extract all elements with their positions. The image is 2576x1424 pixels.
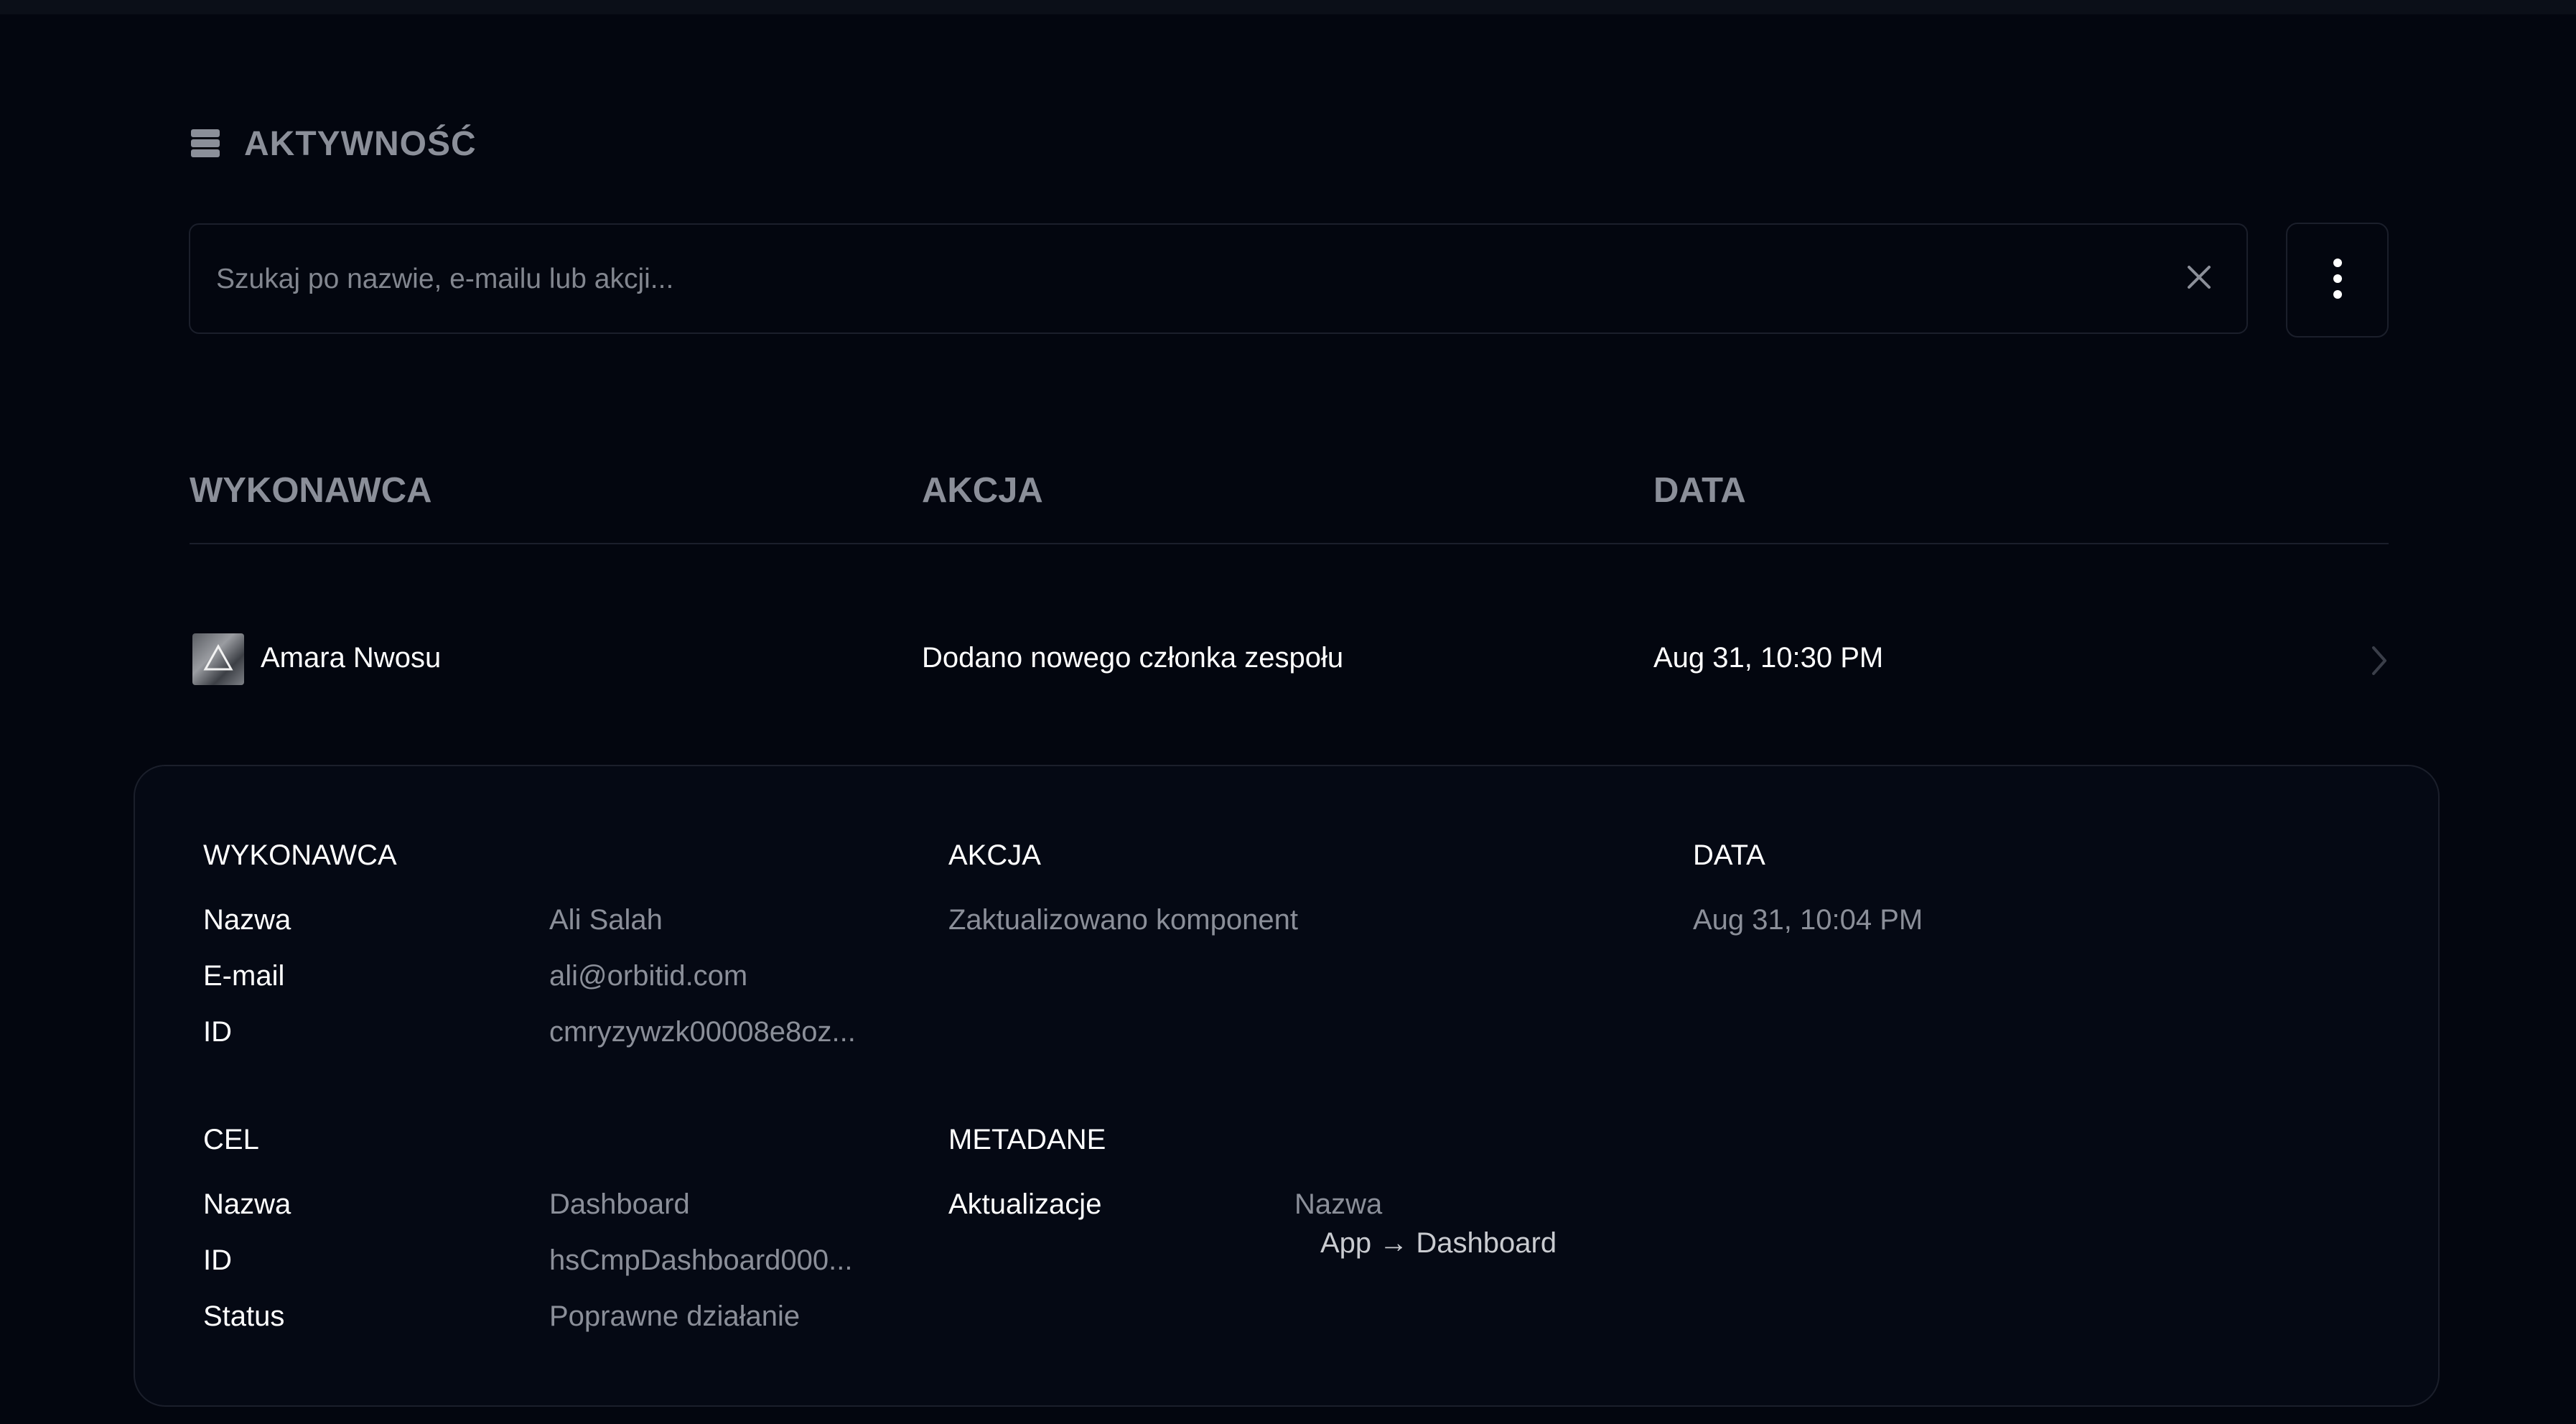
details-target-status-label: Status [203, 1300, 285, 1332]
details-target-status: Poprawne działanie [549, 1300, 801, 1332]
details-actor-email: ali@orbitid.com [549, 960, 748, 992]
details-target-id-label: ID [203, 1244, 232, 1276]
details-date-value: Aug 31, 10:04 PM [1693, 904, 1923, 936]
activity-details-card: WYKONAWCA Nazwa Ali Salah E-mail ali@orb… [134, 765, 2440, 1407]
section-header: AKTYWNOŚĆ [190, 122, 477, 165]
row-date: Aug 31, 10:30 PM [1653, 642, 1884, 674]
search-input[interactable] [215, 225, 2156, 334]
header-divider [190, 543, 2389, 544]
close-icon [2186, 264, 2212, 294]
column-header-date[interactable]: DATA [1653, 470, 1746, 511]
details-date-heading: DATA [1693, 839, 1765, 871]
details-metadata-change: App → Dashboard [1320, 1227, 1557, 1259]
more-vertical-icon [2332, 257, 2343, 304]
column-header-actor[interactable]: WYKONAWCA [190, 470, 432, 511]
database-icon [190, 128, 221, 159]
details-action-heading: AKCJA [948, 839, 1041, 871]
clear-search-button[interactable] [2178, 257, 2221, 300]
details-actor-id: cmryzywzk00008e8oz... [549, 1016, 856, 1048]
row-action: Dodano nowego członka zespołu [922, 642, 1344, 674]
details-action-value: Zaktualizowano komponent [948, 904, 1298, 936]
row-actor: Amara Nwosu [261, 642, 442, 674]
details-metadata-heading: METADANE [948, 1124, 1106, 1155]
details-metadata-field-name: Nazwa [1294, 1188, 1383, 1220]
section-title: AKTYWNOŚĆ [244, 124, 477, 163]
details-target-name-label: Nazwa [203, 1188, 291, 1220]
chevron-right-icon [2365, 641, 2394, 681]
details-target-heading: CEL [203, 1124, 259, 1155]
details-actor-id-label: ID [203, 1016, 232, 1048]
top-bar [0, 0, 2576, 14]
search-box [189, 223, 2248, 334]
table-row[interactable]: Amara Nwosu Dodano nowego członka zespoł… [190, 625, 2394, 697]
details-target-id: hsCmpDashboard000... [549, 1244, 853, 1276]
details-target-name: Dashboard [549, 1188, 690, 1220]
avatar [192, 633, 244, 685]
details-metadata-updates-label: Aktualizacje [948, 1188, 1102, 1220]
details-actor-email-label: E-mail [203, 960, 285, 992]
details-actor-name: Ali Salah [549, 904, 663, 936]
column-header-action[interactable]: AKCJA [922, 470, 1043, 511]
details-actor-name-label: Nazwa [203, 904, 291, 936]
more-options-button[interactable] [2286, 223, 2389, 338]
details-actor-heading: WYKONAWCA [203, 839, 397, 871]
